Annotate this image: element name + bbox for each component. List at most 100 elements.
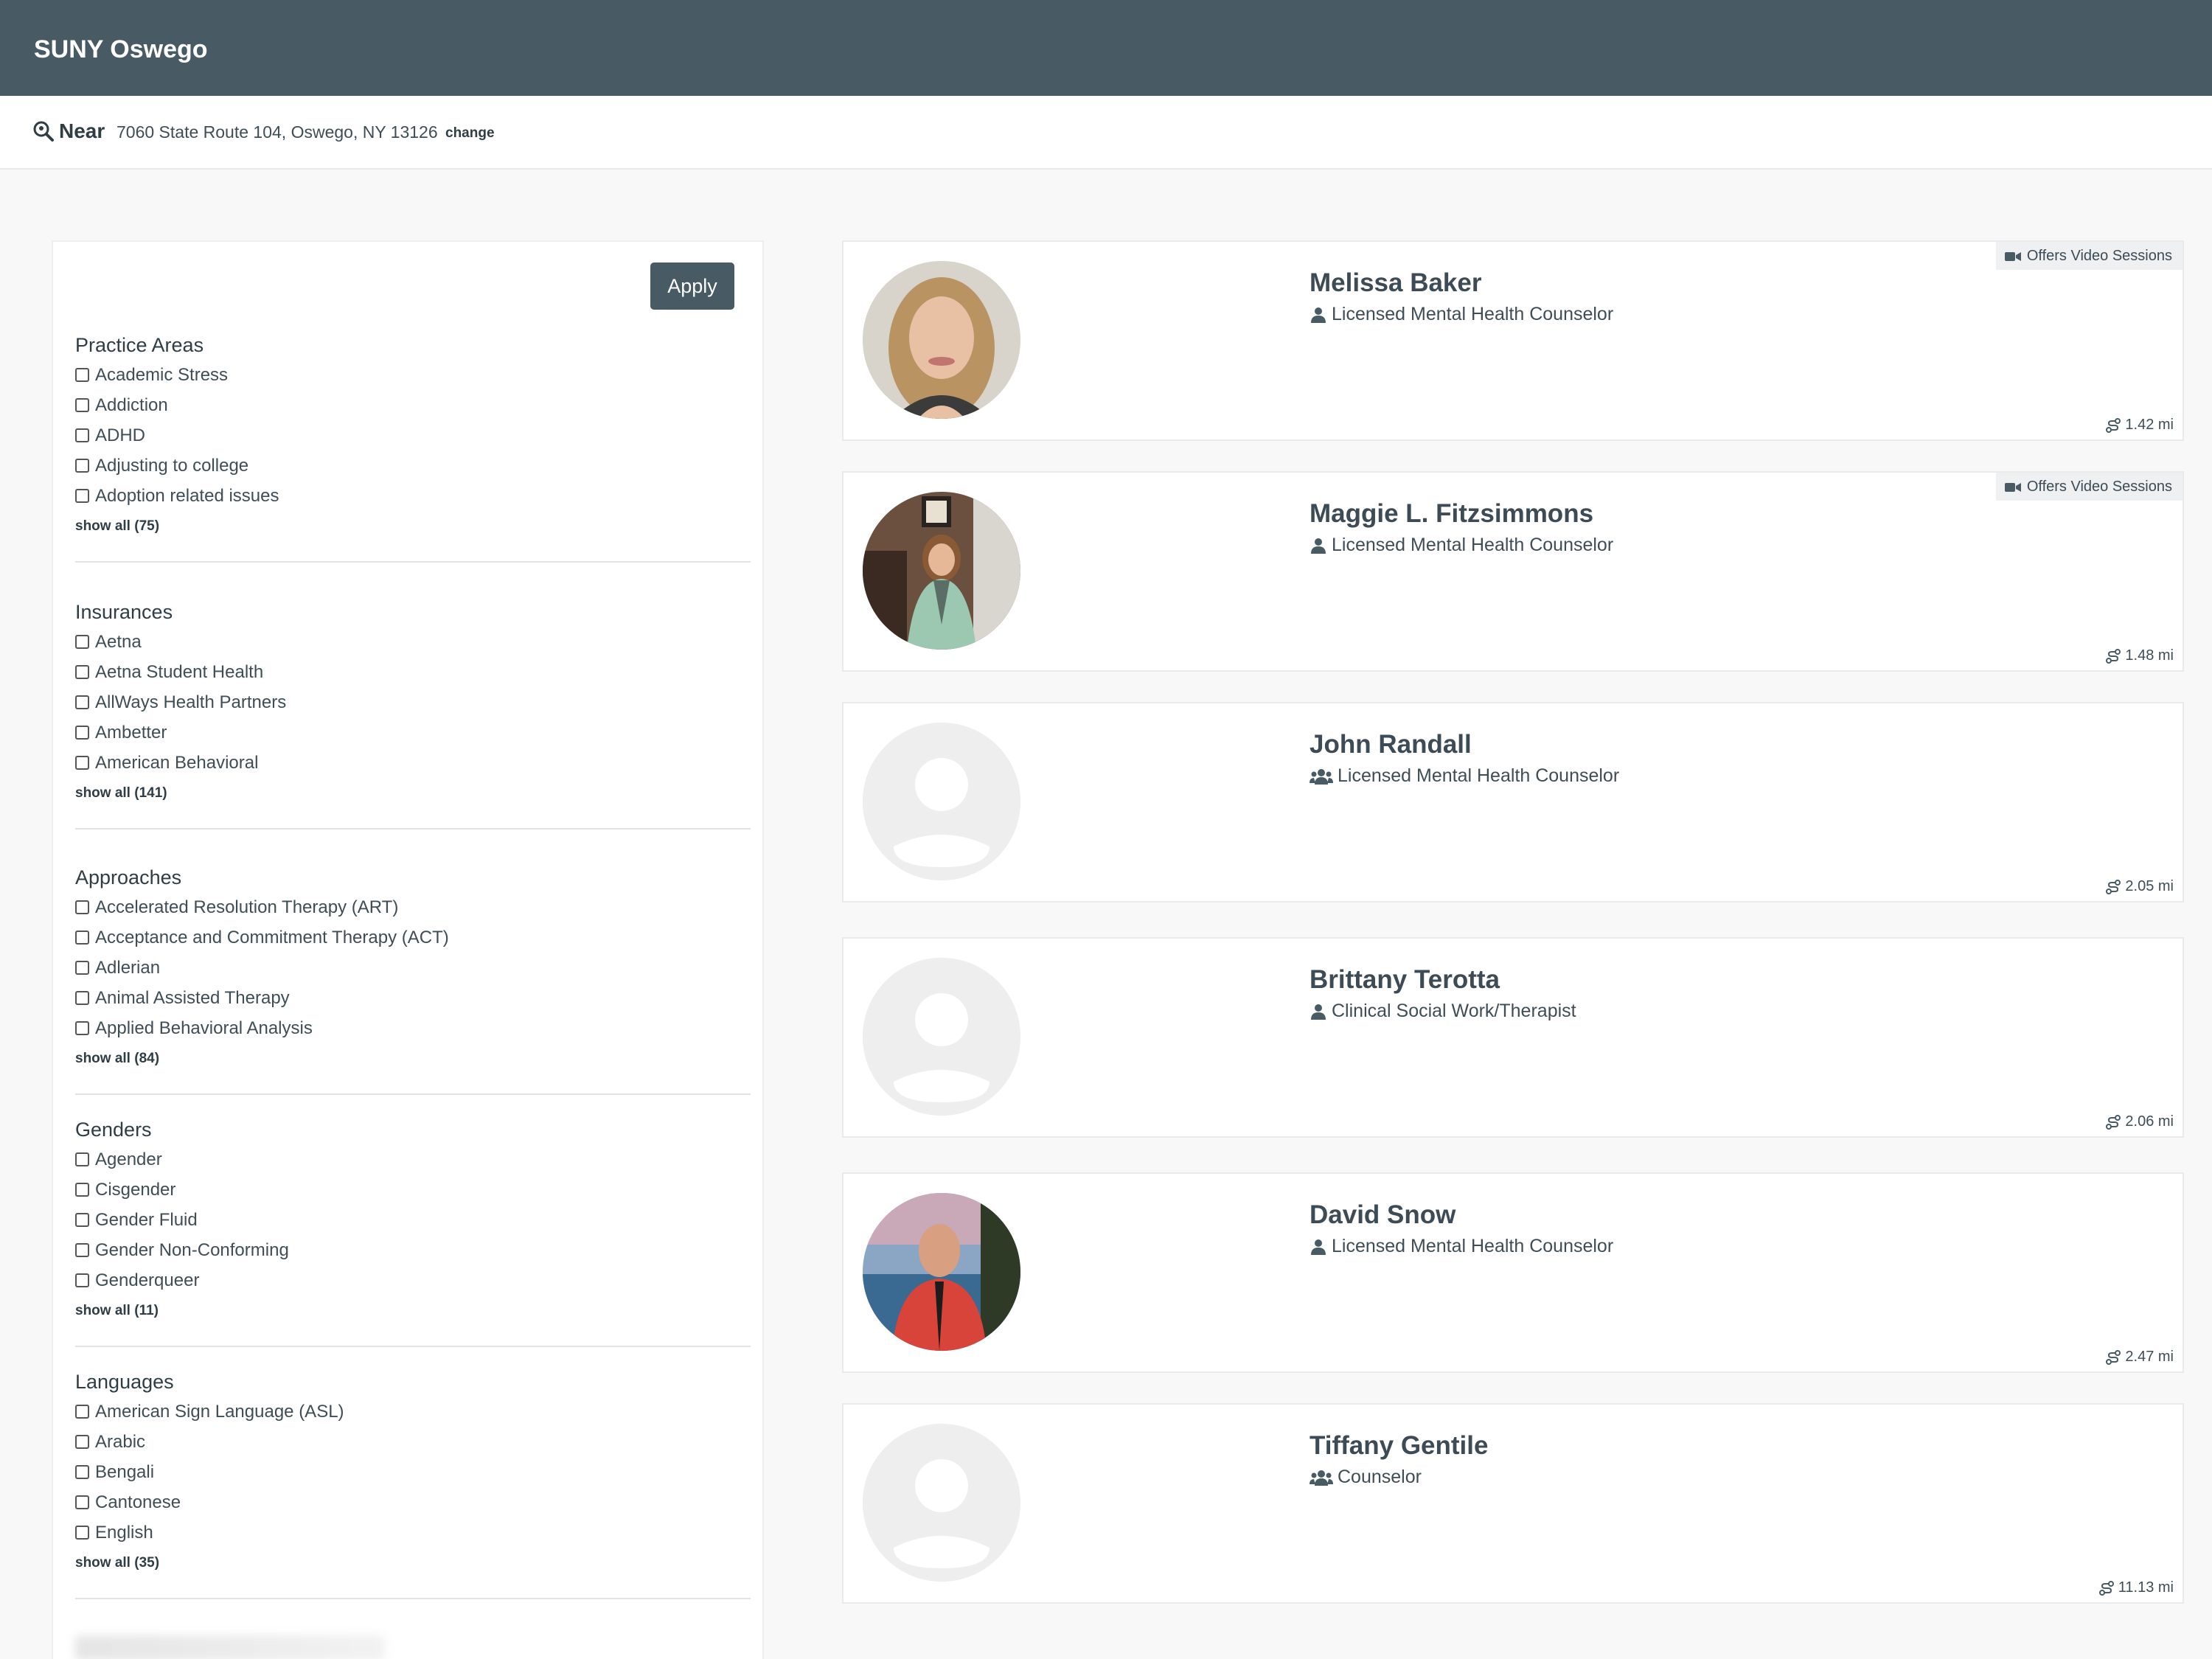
filter-option-label: American Behavioral	[95, 752, 259, 773]
location-bar: Near 7060 State Route 104, Oswego, NY 13…	[0, 96, 2212, 170]
brand-title[interactable]: SUNY Oswego	[34, 35, 208, 64]
filter-option[interactable]: Agender	[75, 1144, 751, 1175]
users-icon	[1310, 768, 1333, 785]
filter-option[interactable]: Adjusting to college	[75, 451, 751, 481]
checkbox[interactable]	[75, 398, 89, 412]
checkbox[interactable]	[75, 1435, 89, 1449]
filter-option[interactable]: AllWays Health Partners	[75, 687, 751, 717]
provider-photo[interactable]	[863, 261, 1020, 419]
avatar-placeholder-icon[interactable]	[863, 1424, 1020, 1582]
checkbox[interactable]	[75, 1465, 89, 1479]
provider-photo[interactable]	[863, 1193, 1020, 1351]
checkbox[interactable]	[75, 1405, 89, 1419]
distance-label: 2.06 mi	[2125, 1113, 2174, 1130]
filter-option[interactable]: Adlerian	[75, 953, 751, 983]
checkbox[interactable]	[75, 665, 89, 679]
filter-option-label: Acceptance and Commitment Therapy (ACT)	[95, 927, 449, 947]
checkbox[interactable]	[75, 756, 89, 770]
provider-name[interactable]: John Randall	[1310, 730, 1472, 759]
filter-option-label: Ambetter	[95, 722, 167, 742]
checkbox[interactable]	[75, 961, 89, 975]
filter-option[interactable]: ADHD	[75, 420, 751, 451]
provider-card[interactable]: Brittany Terotta Clinical Social Work/Th…	[842, 937, 2184, 1138]
checkbox[interactable]	[75, 489, 89, 503]
checkbox[interactable]	[75, 726, 89, 740]
avatar-placeholder-icon[interactable]	[863, 958, 1020, 1116]
divider	[75, 561, 751, 563]
provider-name[interactable]: David Snow	[1310, 1200, 1455, 1230]
checkbox[interactable]	[75, 900, 89, 914]
filter-option[interactable]: Arabic	[75, 1427, 751, 1457]
filter-group-insurances: Insurances Aetna Aetna Student Health Al…	[75, 597, 751, 830]
apply-button[interactable]: Apply	[650, 262, 734, 310]
show-all-link[interactable]: show all (35)	[75, 1552, 751, 1574]
filter-option[interactable]: Applied Behavioral Analysis	[75, 1013, 751, 1043]
provider-name[interactable]: Maggie L. Fitzsimmons	[1310, 499, 1593, 529]
filter-option[interactable]: Adoption related issues	[75, 481, 751, 511]
show-all-link[interactable]: show all (141)	[75, 782, 751, 804]
checkbox[interactable]	[75, 368, 89, 382]
avatar-placeholder-icon[interactable]	[863, 723, 1020, 880]
filter-option[interactable]: American Behavioral	[75, 748, 751, 778]
filter-option-label: English	[95, 1522, 153, 1543]
user-icon	[1310, 1238, 1327, 1256]
filter-option[interactable]: Acceptance and Commitment Therapy (ACT)	[75, 922, 751, 953]
filter-option[interactable]: Aetna	[75, 627, 751, 657]
filter-group-title: Genders	[75, 1119, 152, 1141]
checkbox[interactable]	[75, 1273, 89, 1287]
users-icon	[1310, 1469, 1333, 1486]
provider-card[interactable]: John Randall Licensed Mental Health Coun…	[842, 702, 2184, 902]
filter-option[interactable]: Bengali	[75, 1457, 751, 1487]
provider-card[interactable]: David Snow Licensed Mental Health Counse…	[842, 1172, 2184, 1373]
provider-photo[interactable]	[863, 492, 1020, 650]
filter-option[interactable]: Ambetter	[75, 717, 751, 748]
route-icon	[2106, 648, 2121, 664]
show-all-link[interactable]: show all (11)	[75, 1300, 751, 1322]
video-camera-icon	[2004, 481, 2021, 493]
checkbox[interactable]	[75, 635, 89, 649]
filter-option[interactable]: Animal Assisted Therapy	[75, 983, 751, 1013]
checkbox[interactable]	[75, 931, 89, 945]
filter-option-label: Genderqueer	[95, 1270, 200, 1290]
filter-group-genders: Genders Agender Cisgender Gender Fluid G…	[75, 1115, 751, 1347]
filter-option[interactable]: Cisgender	[75, 1175, 751, 1205]
filter-option[interactable]: Genderqueer	[75, 1265, 751, 1295]
checkbox[interactable]	[75, 1495, 89, 1509]
filter-option[interactable]: Gender Non-Conforming	[75, 1235, 751, 1265]
filter-option[interactable]: Accelerated Resolution Therapy (ART)	[75, 892, 751, 922]
distance-label: 1.48 mi	[2125, 647, 2174, 664]
provider-card[interactable]: Maggie L. Fitzsimmons Licensed Mental He…	[842, 471, 2184, 672]
filter-option[interactable]: Cantonese	[75, 1487, 751, 1517]
checkbox[interactable]	[75, 1021, 89, 1035]
filter-option-label: Adoption related issues	[95, 485, 279, 506]
filter-option-label: Aetna	[95, 631, 142, 652]
video-camera-icon	[2004, 250, 2021, 262]
filter-option[interactable]: Academic Stress	[75, 360, 751, 390]
filter-option-label: Addiction	[95, 394, 168, 415]
checkbox[interactable]	[75, 1213, 89, 1227]
filter-option[interactable]: Aetna Student Health	[75, 657, 751, 687]
filter-option-label: Cantonese	[95, 1492, 181, 1512]
filter-option[interactable]: American Sign Language (ASL)	[75, 1397, 751, 1427]
filter-option[interactable]: Gender Fluid	[75, 1205, 751, 1235]
provider-card[interactable]: Tiffany Gentile Counselor 11.13 mi	[842, 1403, 2184, 1604]
filter-option-label: Agender	[95, 1149, 162, 1169]
checkbox[interactable]	[75, 1152, 89, 1166]
show-all-link[interactable]: show all (75)	[75, 515, 751, 538]
checkbox[interactable]	[75, 1183, 89, 1197]
filter-option[interactable]: Addiction	[75, 390, 751, 420]
checkbox[interactable]	[75, 1526, 89, 1540]
provider-name[interactable]: Tiffany Gentile	[1310, 1431, 1488, 1461]
provider-card[interactable]: Melissa Baker Licensed Mental Health Cou…	[842, 240, 2184, 441]
checkbox[interactable]	[75, 695, 89, 709]
checkbox[interactable]	[75, 459, 89, 473]
checkbox[interactable]	[75, 428, 89, 442]
filter-option[interactable]: English	[75, 1517, 751, 1548]
provider-name[interactable]: Brittany Terotta	[1310, 965, 1500, 995]
change-location-link[interactable]: change	[445, 125, 495, 142]
filter-option-label: Gender Non-Conforming	[95, 1239, 289, 1260]
provider-name[interactable]: Melissa Baker	[1310, 268, 1481, 298]
checkbox[interactable]	[75, 1243, 89, 1257]
show-all-link[interactable]: show all (84)	[75, 1048, 751, 1070]
checkbox[interactable]	[75, 991, 89, 1005]
